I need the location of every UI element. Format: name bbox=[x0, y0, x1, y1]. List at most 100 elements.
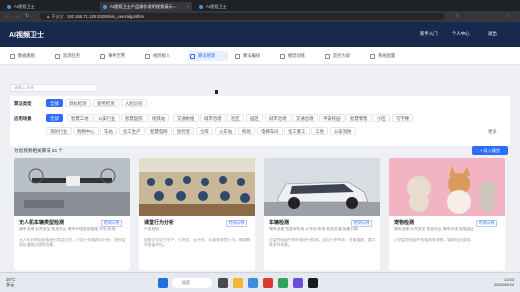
app-icon[interactable] bbox=[293, 278, 303, 288]
video-icon bbox=[145, 53, 150, 59]
screen-icon bbox=[325, 53, 330, 59]
url-input[interactable]: ▲ 不安全 192.168.71.126:45206/vis_oem/algori… bbox=[40, 13, 445, 20]
type-chip[interactable]: 姿势检测 bbox=[93, 99, 119, 107]
tab-favicon-icon bbox=[7, 4, 11, 9]
scene-chip[interactable]: 写字楼 bbox=[392, 114, 414, 122]
nav-item[interactable]: 系统配置 bbox=[370, 51, 395, 61]
scene-chip[interactable]: 机场 bbox=[238, 127, 255, 135]
browser-tab[interactable]: AI视频卫士 bbox=[4, 2, 56, 11]
nav-item[interactable]: 视频接入 bbox=[145, 51, 170, 61]
scene-chip[interactable]: 消防行业 bbox=[46, 127, 72, 135]
scene-chip[interactable]: 城市治理 bbox=[200, 114, 226, 122]
scene-chip[interactable]: 车站 bbox=[100, 127, 117, 135]
file-explorer-icon[interactable] bbox=[233, 278, 243, 288]
scene-chip[interactable]: 智慧电网 bbox=[146, 127, 172, 135]
type-chip[interactable]: 目标检测 bbox=[65, 99, 91, 107]
scene-chip[interactable]: 智慧工地 bbox=[67, 114, 93, 122]
card-scene: 平安校园 bbox=[144, 227, 160, 231]
algorithm-card[interactable]: 无人机车辆类型检测 检测示例 城市治理 公共安全 智慧社区 城市环境智慧管理 车… bbox=[14, 158, 130, 270]
edge-icon[interactable] bbox=[248, 278, 258, 288]
card-image-drone bbox=[14, 158, 130, 216]
nav-item[interactable]: 监控大屏 bbox=[325, 51, 350, 61]
app-header: AI视频卫士 新手入门 个人中心 退出 bbox=[0, 22, 520, 47]
forward-icon[interactable]: → bbox=[15, 13, 20, 20]
type-chip[interactable]: 全部 bbox=[46, 99, 63, 107]
card-title: 课堂行为分析 bbox=[144, 220, 175, 226]
system-clock[interactable]: 13:53 2025/06/24 bbox=[494, 277, 514, 287]
reload-icon[interactable]: ↻ bbox=[25, 13, 29, 20]
nav-item[interactable]: 数据看板 bbox=[10, 51, 35, 61]
star-icon[interactable]: ☆ bbox=[455, 13, 459, 20]
wechat-icon[interactable] bbox=[278, 278, 288, 288]
security-indicator[interactable]: ▲ 不安全 bbox=[46, 14, 64, 19]
nav-item[interactable]: 事件告警 bbox=[100, 51, 125, 61]
card-description: 无人机对地面车辆进行类型识别，可用于交通路况分析、违停监测及道路治理等场景。 bbox=[19, 238, 126, 247]
scene-chip[interactable]: 交通治理 bbox=[292, 114, 318, 122]
user-center-link[interactable]: 个人中心 bbox=[452, 31, 470, 37]
scene-chip[interactable]: 仓库 bbox=[196, 127, 213, 135]
scene-chip[interactable]: 电梯车间 bbox=[257, 127, 283, 135]
taskbar: 26°C 多云 搜索 13:53 2025/06/24 bbox=[0, 272, 520, 292]
scene-chip[interactable]: 全部 bbox=[46, 114, 63, 122]
algorithm-card[interactable]: 车辆检测 检测示例 城市治理 智慧停车场 火车站 机场 智慧交通 高速公路 对监… bbox=[264, 158, 380, 270]
nav-item[interactable]: 监测任务 bbox=[55, 51, 80, 61]
scene-chip[interactable]: 化工生产 bbox=[119, 127, 145, 135]
training-icon bbox=[280, 53, 285, 59]
taskview-icon[interactable] bbox=[218, 278, 228, 288]
algorithm-card[interactable]: 宠物检测 检测示例 城市治理 公共安全 智慧社区 城市环境 智慧园区 识别监控画… bbox=[389, 158, 505, 270]
card-scene: 城市治理 智慧停车场 火车站 机场 智慧交通 高速公路 bbox=[269, 227, 358, 231]
back-icon[interactable]: ← bbox=[5, 13, 10, 20]
nav-item-active[interactable]: 算法管理 bbox=[188, 51, 228, 61]
logout-link[interactable]: 退出 bbox=[488, 31, 497, 37]
scene-chip[interactable]: 小区 bbox=[373, 114, 390, 122]
scene-chip[interactable]: 园区 bbox=[246, 114, 263, 122]
card-badge: 检测示例 bbox=[226, 220, 248, 227]
filter-panel: 算法类型 全部 目标检测 姿势检测 人脸识别 应用场景 全部 智慧工地 公安行业… bbox=[10, 96, 510, 146]
scene-chip[interactable]: 交通枢纽 bbox=[173, 114, 199, 122]
import-model-button[interactable]: + 导入模型 bbox=[472, 146, 508, 155]
card-badge: 检测示例 bbox=[476, 220, 498, 227]
scene-chip[interactable]: 工地 bbox=[311, 127, 328, 135]
scene-chip[interactable]: 城市治理 bbox=[265, 114, 291, 122]
chrome-icon[interactable] bbox=[263, 278, 273, 288]
terminal-icon[interactable] bbox=[308, 278, 318, 288]
start-icon[interactable] bbox=[158, 278, 168, 288]
algorithm-card[interactable]: 课堂行为分析 检测示例 平安校园 智能识别学生举手、打哈欠、玩手机、趴桌等课堂行… bbox=[139, 158, 255, 270]
nav-item[interactable]: 模型训练 bbox=[280, 51, 305, 61]
scene-chip[interactable]: 平安校园 bbox=[319, 114, 345, 122]
browser-tab[interactable]: AI视频卫士 bbox=[196, 2, 256, 11]
card-scene: 城市治理 公共安全 智慧社区 城市环境 智慧园区 bbox=[394, 227, 475, 231]
close-tab-icon[interactable]: × bbox=[187, 2, 189, 11]
card-title: 宠物检测 bbox=[394, 220, 415, 226]
card-title: 无人机车辆类型检测 bbox=[19, 220, 65, 226]
type-label: 算法类型 bbox=[14, 101, 32, 106]
menu-icon[interactable]: ⋮ bbox=[505, 13, 510, 20]
card-description: 对监控画面中的车辆进行检测，适用于停车场、交通道路、路口等多种场景。 bbox=[269, 238, 376, 247]
browser-tab-active[interactable]: AI视频卫士产品操作说明视频演示-... × bbox=[100, 2, 192, 11]
scene-chip[interactable]: 火车站 bbox=[215, 127, 237, 135]
nav-item[interactable]: 算法编排 bbox=[235, 51, 260, 61]
scene-chip[interactable]: 公安消防 bbox=[330, 127, 356, 135]
scene-chip[interactable]: 智慧零售 bbox=[346, 114, 372, 122]
more-link[interactable]: 更多 bbox=[488, 129, 497, 135]
guide-link[interactable]: 新手入门 bbox=[420, 31, 438, 37]
card-title: 车辆检测 bbox=[269, 220, 290, 226]
scene-chip[interactable]: 监控室 bbox=[173, 127, 195, 135]
browser-tab-bar: AI视频卫士 AI视频卫士产品操作说明视频演示-... × AI视频卫士 bbox=[0, 0, 520, 11]
weather-widget[interactable]: 26°C 多云 bbox=[6, 277, 15, 287]
scene-chip[interactable]: 化工重工 bbox=[284, 127, 310, 135]
scene-chip[interactable]: 社区 bbox=[227, 114, 244, 122]
dashboard-icon bbox=[10, 53, 15, 59]
search-input[interactable]: 请输入名称 bbox=[10, 84, 98, 92]
scene-chip[interactable]: 智慧医院 bbox=[121, 114, 147, 122]
scene-chip[interactable]: 地铁站 bbox=[148, 114, 170, 122]
scene-chip[interactable]: 公安行业 bbox=[94, 114, 120, 122]
card-badge: 检测示例 bbox=[351, 220, 373, 227]
type-chip[interactable]: 人脸识别 bbox=[121, 99, 147, 107]
taskbar-search[interactable]: 搜索 bbox=[172, 278, 212, 288]
result-count: 为您找到相关算法 61 个 bbox=[14, 148, 64, 153]
tab-favicon-icon bbox=[199, 4, 203, 9]
card-badge: 检测示例 bbox=[101, 220, 123, 227]
monitor-icon bbox=[55, 53, 60, 59]
scene-chip[interactable]: 购物中心 bbox=[73, 127, 99, 135]
